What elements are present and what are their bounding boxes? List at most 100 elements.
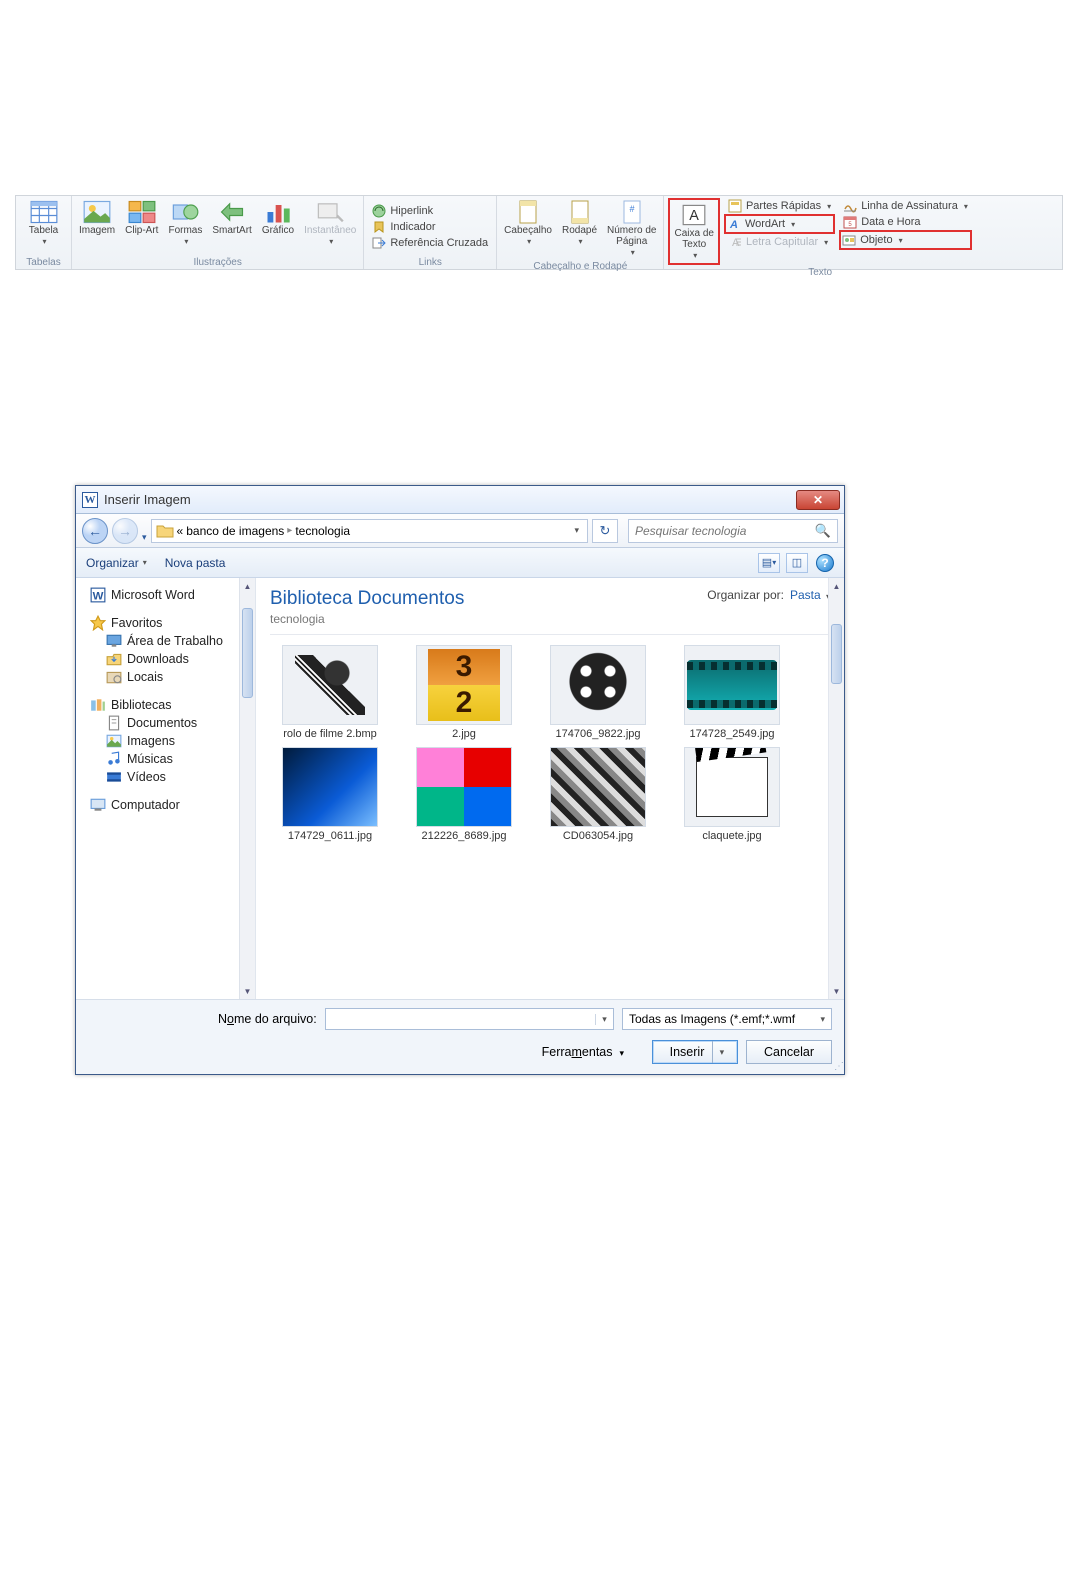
scroll-thumb[interactable] — [831, 624, 842, 684]
hyperlink-label: Hiperlink — [390, 205, 433, 217]
insert-dropdown[interactable]: ▾ — [712, 1041, 730, 1063]
object-button[interactable]: Objeto ▾ — [839, 230, 972, 250]
object-label: Objeto — [860, 234, 892, 246]
tree-item-recent[interactable]: Locais — [84, 668, 255, 686]
tree-item-documents[interactable]: Documentos — [84, 714, 255, 732]
wordart-button[interactable]: AWordArt▾ — [724, 214, 835, 234]
crossref-button[interactable]: Referência Cruzada — [368, 235, 492, 251]
breadcrumb[interactable]: « banco de imagens ▸ tecnologia ▾ — [151, 519, 588, 543]
breadcrumb-dropdown[interactable]: ▾ — [570, 525, 583, 536]
hyperlink-button[interactable]: Hiperlink — [368, 203, 437, 219]
tree-item-music[interactable]: Músicas — [84, 750, 255, 768]
dropdown-arrow-icon: ▾ — [827, 202, 831, 211]
dialog-titlebar[interactable]: W Inserir Imagem ✕ — [76, 486, 844, 514]
thumbnail-icon — [687, 660, 777, 710]
clipart-button[interactable]: Clip-Art — [122, 198, 161, 238]
scroll-up-icon[interactable]: ▲ — [240, 578, 255, 594]
picture-label: Imagem — [79, 225, 115, 236]
file-item[interactable]: CD063054.jpg — [538, 747, 658, 843]
smartart-button[interactable]: SmartArt — [209, 198, 254, 238]
new-folder-button[interactable]: Nova pasta — [165, 556, 226, 570]
quickparts-button[interactable]: Partes Rápidas▾ — [724, 198, 835, 214]
tree-item-videos[interactable]: Vídeos — [84, 768, 255, 786]
file-item[interactable]: 174729_0611.jpg — [270, 747, 390, 843]
tree-item-favorites[interactable]: Favoritos — [84, 614, 255, 632]
bookmark-button[interactable]: Indicador — [368, 219, 439, 235]
crossref-icon — [372, 236, 386, 250]
clipart-label: Clip-Art — [125, 225, 158, 236]
library-title: Biblioteca Documentos — [270, 588, 464, 610]
library-subtitle: tecnologia — [270, 612, 464, 626]
cancel-button[interactable]: Cancelar — [746, 1040, 832, 1064]
screenshot-button[interactable]: Instantâneo ▾ — [301, 198, 359, 248]
breadcrumb-seg-2[interactable]: tecnologia — [295, 524, 350, 538]
breadcrumb-seg-1[interactable]: banco de imagens — [186, 524, 284, 538]
scroll-up-icon[interactable]: ▲ — [829, 578, 844, 594]
footer-button[interactable]: Rodapé▾ — [559, 198, 600, 248]
preview-pane-button[interactable]: ◫ — [786, 553, 808, 573]
scroll-down-icon[interactable]: ▼ — [829, 983, 844, 999]
object-icon — [842, 233, 856, 247]
group-label-text: Texto — [668, 265, 971, 279]
documents-icon — [106, 716, 122, 730]
folder-icon — [156, 523, 174, 539]
datetime-button[interactable]: 5Data e Hora — [839, 214, 972, 230]
scroll-down-icon[interactable]: ▼ — [240, 983, 255, 999]
filetype-filter[interactable]: Todas as Imagens (*.emf;*.wmf ▾ — [622, 1008, 832, 1030]
pagenumber-button[interactable]: #Número de Página▾ — [604, 198, 659, 259]
tools-menu[interactable]: Ferramentas ▾ — [542, 1045, 624, 1059]
file-item[interactable]: claquete.jpg — [672, 747, 792, 843]
dialog-title: Inserir Imagem — [104, 492, 796, 507]
refresh-button[interactable]: ↻ — [592, 519, 618, 543]
insert-button[interactable]: Inserir▾ — [652, 1040, 738, 1064]
signature-label: Linha de Assinatura — [861, 200, 958, 212]
tree-item-computer[interactable]: Computador — [84, 796, 255, 814]
file-item[interactable]: rolo de filme 2.bmp — [270, 645, 390, 741]
signature-button[interactable]: Linha de Assinatura▾ — [839, 198, 972, 214]
organize-button[interactable]: Organizar ▾ — [86, 556, 147, 570]
arrange-by[interactable]: Organizar por: Pasta ▾ — [707, 588, 830, 602]
footer-label: Rodapé — [562, 225, 597, 236]
help-button[interactable]: ? — [816, 554, 834, 572]
forward-button[interactable]: → — [112, 518, 138, 544]
scroll-thumb[interactable] — [242, 608, 253, 698]
tree-item-desktop[interactable]: Área de Trabalho — [84, 632, 255, 650]
filename-input[interactable] — [326, 1012, 595, 1026]
bookmark-label: Indicador — [390, 221, 435, 233]
ribbon-group-illustrations: Imagem Clip-Art Formas ▾ SmartArt Gráfic… — [72, 196, 364, 269]
shapes-button[interactable]: Formas ▾ — [165, 198, 205, 248]
datetime-icon: 5 — [843, 215, 857, 229]
tree-item-downloads[interactable]: Downloads — [84, 650, 255, 668]
dropdown-arrow-icon: ▾ — [329, 237, 333, 246]
file-item[interactable]: 174728_2549.jpg — [672, 645, 792, 741]
resize-grip[interactable]: ⋰ — [834, 1061, 842, 1072]
tree-item-libraries[interactable]: Bibliotecas — [84, 696, 255, 714]
header-button[interactable]: Cabeçalho▾ — [501, 198, 555, 248]
word-app-icon: W — [82, 492, 98, 508]
dropdown-arrow-icon: ▾ — [899, 236, 903, 245]
search-input[interactable] — [635, 524, 815, 538]
ribbon-group-headerfooter: Cabeçalho▾ Rodapé▾ #Número de Página▾ Ca… — [497, 196, 664, 269]
file-item[interactable]: 174706_9822.jpg — [538, 645, 658, 741]
dropcap-button[interactable]: ALetra Capitular▾ — [724, 234, 835, 250]
content-scrollbar[interactable]: ▲ ▼ — [828, 578, 844, 999]
nav-tree: WMicrosoft Word Favoritos Área de Trabal… — [76, 578, 256, 999]
filename-combobox[interactable]: ▾ — [325, 1008, 614, 1030]
file-item[interactable]: 322.jpg — [404, 645, 524, 741]
picture-button[interactable]: Imagem — [76, 198, 118, 238]
table-button[interactable]: Tabela ▾ — [26, 198, 61, 248]
tree-item-word[interactable]: WMicrosoft Word — [84, 586, 255, 604]
history-dropdown[interactable]: ▾ — [142, 532, 147, 543]
filename-dropdown[interactable]: ▾ — [595, 1014, 613, 1025]
search-box[interactable]: 🔍 — [628, 519, 838, 543]
tree-scrollbar[interactable]: ▲ ▼ — [239, 578, 255, 999]
back-button[interactable]: ← — [82, 518, 108, 544]
computer-icon — [90, 798, 106, 812]
chart-button[interactable]: Gráfico — [259, 198, 297, 238]
tree-item-pictures[interactable]: Imagens — [84, 732, 255, 750]
textbox-button[interactable]: ACaixa de Texto▾ — [671, 201, 716, 262]
close-button[interactable]: ✕ — [796, 490, 840, 510]
view-options-button[interactable]: ▤ ▾ — [758, 553, 780, 573]
file-item[interactable]: 212226_8689.jpg — [404, 747, 524, 843]
thumbnail-icon — [551, 747, 645, 827]
